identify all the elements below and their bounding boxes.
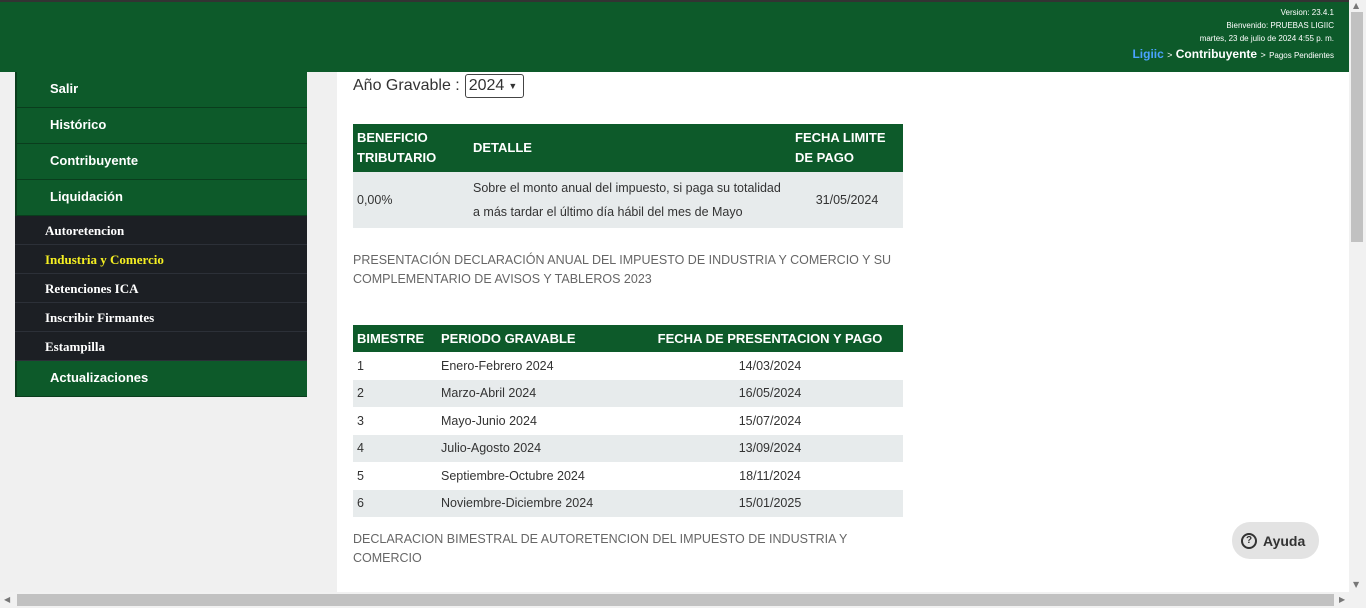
bimestre-table: BIMESTRE PERIODO GRAVABLE FECHA DE PRESE… xyxy=(353,325,903,517)
sidebar-item-liquidacion[interactable]: Liquidación xyxy=(15,180,307,216)
sidebar-item-historico[interactable]: Histórico xyxy=(15,108,307,144)
submenu-item-inscribir-firmantes[interactable]: Inscribir Firmantes xyxy=(15,303,307,332)
col-header-detalle: DETALLE xyxy=(469,124,791,172)
cell-periodo: Septiembre-Octubre 2024 xyxy=(437,462,637,490)
cell-fecha: 18/11/2024 xyxy=(637,462,903,490)
cell-bimestre: 3 xyxy=(353,407,437,435)
col-header-bimestre: BIMESTRE xyxy=(353,325,437,352)
table-row: 2 Marzo-Abril 2024 16/05/2024 xyxy=(353,379,903,407)
sidebar-item-contribuyente[interactable]: Contribuyente xyxy=(15,144,307,180)
submenu-item-retenciones-ica[interactable]: Retenciones ICA xyxy=(15,274,307,303)
breadcrumb-contribuyente[interactable]: Contribuyente xyxy=(1176,47,1257,61)
scroll-up-icon[interactable]: ▲ xyxy=(1353,1,1359,10)
table-row: 3 Mayo-Junio 2024 15/07/2024 xyxy=(353,407,903,435)
breadcrumb-pagos-pendientes: Pagos Pendientes xyxy=(1269,51,1334,60)
year-selector-row: Año Gravable : 2024 ▼ xyxy=(353,74,524,98)
version-label: Version: 23.4.1 xyxy=(1280,8,1334,17)
chevron-down-icon: ▼ xyxy=(508,81,518,91)
table-row: 4 Julio-Agosto 2024 13/09/2024 xyxy=(353,434,903,462)
col-header-fecha-presentacion: FECHA DE PRESENTACION Y PAGO xyxy=(637,325,903,352)
table-row: 0,00% Sobre el monto anual del impuesto,… xyxy=(353,172,903,228)
cell-periodo: Noviembre-Diciembre 2024 xyxy=(437,489,637,517)
table-row: 1 Enero-Febrero 2024 14/03/2024 xyxy=(353,352,903,380)
year-select[interactable]: 2024 ▼ xyxy=(464,74,524,98)
breadcrumb-ligiic[interactable]: Ligiic xyxy=(1132,47,1163,61)
cell-bimestre: 2 xyxy=(353,379,437,407)
breadcrumb-separator: > xyxy=(1260,50,1266,60)
cell-bimestre: 1 xyxy=(353,352,437,380)
scroll-left-icon[interactable]: ◀ xyxy=(4,595,10,604)
cell-fecha: 15/01/2025 xyxy=(637,489,903,517)
table-row: 5 Septiembre-Octubre 2024 18/11/2024 xyxy=(353,462,903,490)
submenu-item-estampilla[interactable]: Estampilla xyxy=(15,332,307,361)
col-header-periodo: PERIODO GRAVABLE xyxy=(437,325,637,352)
help-label: Ayuda xyxy=(1263,532,1306,549)
year-label: Año Gravable : xyxy=(353,77,460,94)
cell-fecha: 13/09/2024 xyxy=(637,434,903,462)
cell-fecha: 16/05/2024 xyxy=(637,379,903,407)
cell-bimestre: 4 xyxy=(353,434,437,462)
cell-periodo: Julio-Agosto 2024 xyxy=(437,434,637,462)
col-header-fecha-limite: FECHA LIMITE DE PAGO xyxy=(791,124,903,172)
sidebar-menu: Salir Histórico Contribuyente Liquidació… xyxy=(15,72,307,397)
vertical-scrollbar[interactable]: ▲ ▼ xyxy=(1349,0,1366,592)
scroll-right-icon[interactable]: ▶ xyxy=(1339,595,1345,604)
horizontal-scroll-thumb[interactable] xyxy=(17,594,1334,606)
cell-periodo: Marzo-Abril 2024 xyxy=(437,379,637,407)
cell-detalle: Sobre el monto anual del impuesto, si pa… xyxy=(469,172,791,228)
cell-bimestre: 6 xyxy=(353,489,437,517)
submenu-item-industria-comercio[interactable]: Industria y Comercio xyxy=(15,245,307,274)
vertical-scroll-thumb[interactable] xyxy=(1351,12,1363,242)
cell-bimestre: 5 xyxy=(353,462,437,490)
datetime-label: martes, 23 de julio de 2024 4:55 p. m. xyxy=(1199,34,1334,43)
note-declaracion-anual: PRESENTACIÓN DECLARACIÓN ANUAL DEL IMPUE… xyxy=(353,253,892,286)
welcome-label: Bienvenido: PRUEBAS LIGIIC xyxy=(1226,21,1334,30)
cell-fecha: 14/03/2024 xyxy=(637,352,903,380)
breadcrumb: Ligiic > Contribuyente > Pagos Pendiente… xyxy=(1132,46,1334,64)
header-info: Version: 23.4.1 Bienvenido: PRUEBAS LIGI… xyxy=(1132,6,1334,64)
top-header: Version: 23.4.1 Bienvenido: PRUEBAS LIGI… xyxy=(0,0,1366,72)
note-autoretencion: DECLARACION BIMESTRAL DE AUTORETENCION D… xyxy=(353,532,848,565)
benefit-table: BENEFICIO TRIBUTARIO DETALLE FECHA LIMIT… xyxy=(353,124,903,228)
submenu-item-autoretencion[interactable]: Autoretencion xyxy=(15,216,307,245)
scroll-down-icon[interactable]: ▼ xyxy=(1353,580,1359,589)
table-header-row: BIMESTRE PERIODO GRAVABLE FECHA DE PRESE… xyxy=(353,325,903,352)
table-header-row: BENEFICIO TRIBUTARIO DETALLE FECHA LIMIT… xyxy=(353,124,903,172)
cell-periodo: Enero-Febrero 2024 xyxy=(437,352,637,380)
question-circle-icon: ? xyxy=(1241,532,1257,549)
breadcrumb-separator: > xyxy=(1167,50,1173,60)
main-content: Año Gravable : 2024 ▼ BENEFICIO TRIBUTAR… xyxy=(337,72,1349,592)
col-header-beneficio: BENEFICIO TRIBUTARIO xyxy=(353,124,469,172)
cell-fecha-limite: 31/05/2024 xyxy=(791,172,903,228)
sidebar-item-actualizaciones[interactable]: Actualizaciones xyxy=(15,361,307,397)
year-select-value: 2024 xyxy=(468,77,505,94)
submenu-liquidacion: Autoretencion Industria y Comercio Reten… xyxy=(15,216,307,361)
cell-fecha: 15/07/2024 xyxy=(637,407,903,435)
cell-periodo: Mayo-Junio 2024 xyxy=(437,407,637,435)
cell-beneficio: 0,00% xyxy=(353,172,469,228)
table-row: 6 Noviembre-Diciembre 2024 15/01/2025 xyxy=(353,489,903,517)
sidebar-item-salir[interactable]: Salir xyxy=(15,72,307,108)
help-button[interactable]: ? Ayuda xyxy=(1232,522,1319,559)
horizontal-scrollbar[interactable]: ◀ ▶ xyxy=(0,592,1366,608)
